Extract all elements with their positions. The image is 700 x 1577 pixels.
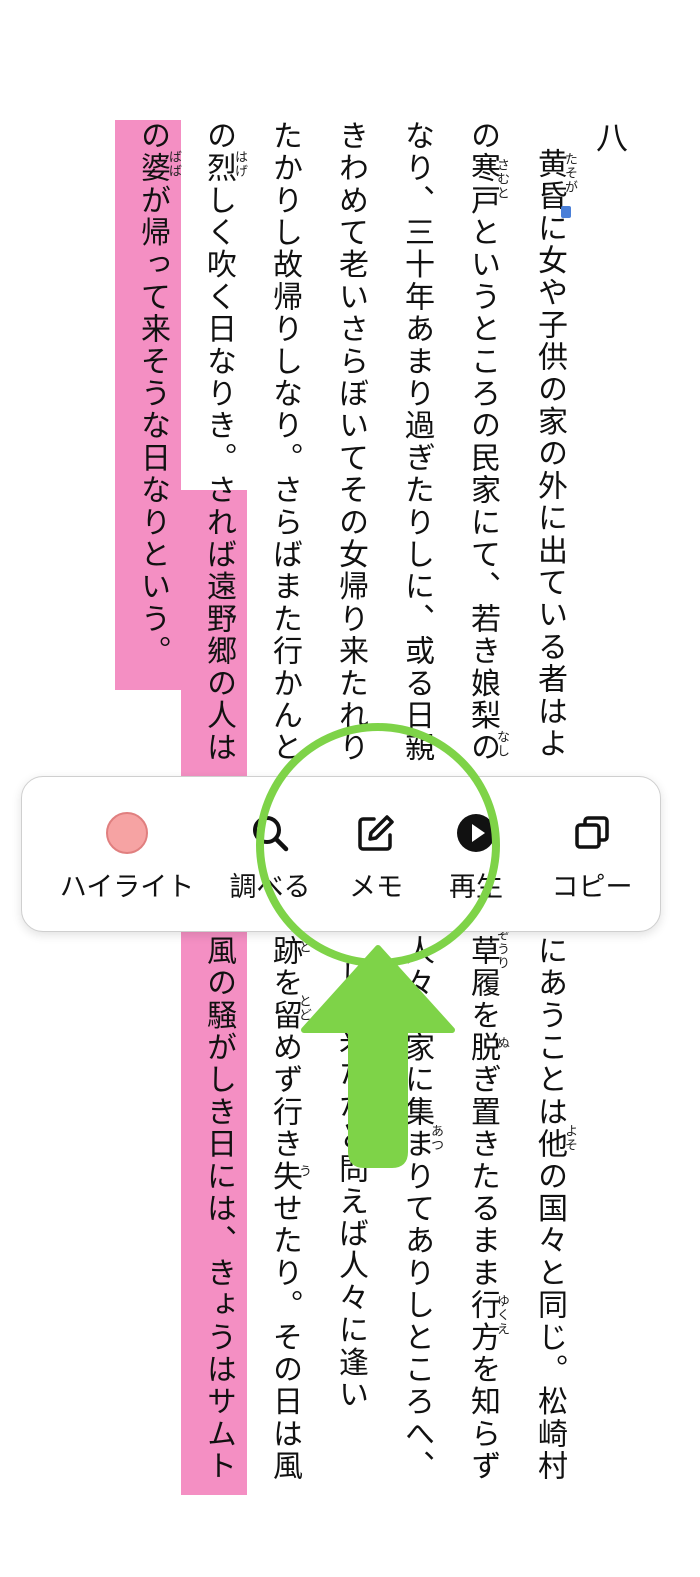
text-column[interactable]: なり、三十年あまり過ぎたりしに、或る日親 <box>394 120 438 764</box>
text-column[interactable]: 草履を脱ぎ置きたるまま行方を知らず <box>460 935 504 1482</box>
highlight-circle-icon <box>106 812 148 854</box>
text-column[interactable]: して来たかと問えば人々に逢い <box>328 960 372 1411</box>
ruby-u: う <box>296 1164 311 1178</box>
ruby-tasogare: たそが <box>562 152 577 194</box>
search-icon <box>253 816 289 852</box>
bookmark-marker-icon <box>561 206 571 218</box>
play-label: 再生 <box>449 872 503 903</box>
copy-icon <box>575 816 609 849</box>
text-column[interactable]: の婆が帰って来そうな日なりという。 <box>130 120 174 667</box>
reader-page[interactable]: 八 黄昏に女や子供の家の外に出ている者はよ の寒戸というところの民家にて、若き娘… <box>0 0 700 1577</box>
text-column[interactable]: 風の騒がしき日には、きょうはサムト <box>196 935 240 1482</box>
copy-button[interactable]: コピー <box>527 777 657 933</box>
memo-edit-icon <box>358 815 394 851</box>
ruby-hage: はげ <box>232 150 247 178</box>
selection-popup-menu: ハイライト 調べる メモ 再生 コピー <box>21 776 661 932</box>
ruby-nashi: なし <box>494 730 509 758</box>
ruby-baba: ばば <box>166 150 181 178</box>
copy-label: コピー <box>551 872 633 903</box>
text-column[interactable]: にあうことは他の国々と同じ。松崎村 <box>527 935 571 1482</box>
text-column[interactable]: たかりし故帰りしなり。さらばまた行かんと <box>262 120 306 764</box>
text-column[interactable]: の寒戸というところの民家にて、若き娘梨の <box>460 120 504 764</box>
lookup-label: 調べる <box>229 872 311 903</box>
ruby-zouri: ぞうり <box>494 928 509 970</box>
ruby-yoso: よそ <box>562 1124 577 1152</box>
ruby-nu: ぬ <box>494 1036 509 1050</box>
memo-label: メモ <box>349 872 403 903</box>
text-column[interactable]: の烈しく吹く日なりき。されば遠野郷の人は <box>196 120 240 764</box>
play-icon <box>457 814 495 852</box>
ruby-atsu: あつ <box>428 1124 443 1152</box>
play-button[interactable]: 再生 <box>426 777 526 933</box>
text-column[interactable]: きわめて老いさらぼいてその女帰り来たれり <box>328 120 372 764</box>
memo-button[interactable]: メモ <box>326 777 426 933</box>
ruby-to: と <box>296 940 311 954</box>
text-column[interactable]: 人々の家に集まりてありしところへ、 <box>394 935 438 1482</box>
lookup-button[interactable]: 調べる <box>210 777 330 933</box>
text-column[interactable]: 黄昏に女や子供の家の外に出ている者はよ <box>527 148 571 760</box>
highlight-label: ハイライト <box>59 872 195 903</box>
ruby-yukue: ゆくえ <box>494 1294 509 1336</box>
ruby-todo: とど <box>296 994 311 1022</box>
ruby-samuto: さむと <box>494 158 509 200</box>
highlight-button[interactable]: ハイライト <box>52 777 202 933</box>
chapter-number: 八 <box>595 119 628 157</box>
